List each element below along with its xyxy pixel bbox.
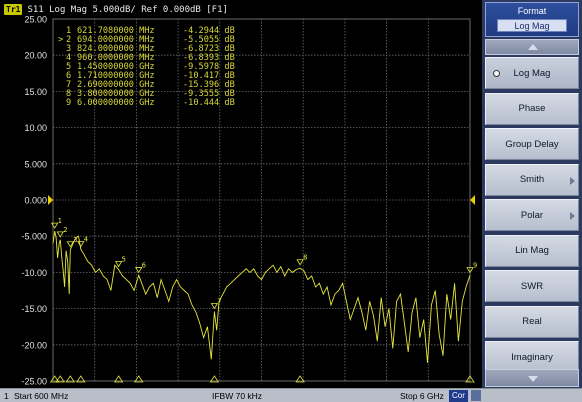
marker-frequency: 6.000000000 GHz <box>77 98 155 108</box>
y-tick-label: -10.00 <box>21 268 47 278</box>
selected-radio-icon <box>494 71 499 76</box>
menu-scroll-up-button[interactable] <box>485 39 579 55</box>
softkey-real[interactable]: Real <box>485 305 579 338</box>
submenu-arrow-icon <box>570 212 575 220</box>
softkey-menu: Format Log Mag Log Mag Phase Group Delay Sm… <box>482 0 582 388</box>
reference-level-left-icon <box>48 195 53 205</box>
start-frequency[interactable]: Start 600 MHz <box>14 390 68 402</box>
correction-badge[interactable]: Cor <box>449 390 468 402</box>
stop-frequency[interactable]: Stop 6 GHz <box>400 390 444 402</box>
marker-8-label: 8 <box>303 254 307 262</box>
y-tick-label: 25.00 <box>24 15 47 25</box>
softkey-phase[interactable]: Phase <box>485 92 579 125</box>
softkey-label: Group Delay <box>505 138 559 150</box>
active-marker-indicator: > <box>58 35 64 45</box>
softkey-label: Log Mag <box>513 67 551 79</box>
status-bar: 1 Start 600 MHz IFBW 70 kHz Stop 6 GHz C… <box>0 388 582 402</box>
marker-9-label: 9 <box>473 262 477 270</box>
softkey-label: Phase <box>518 103 546 114</box>
softkey-swr[interactable]: SWR <box>485 270 579 302</box>
softkey-label: Polar <box>520 209 544 221</box>
y-tick-label: -15.00 <box>21 304 47 314</box>
chevron-down-icon <box>528 376 538 382</box>
channel-number: 1 <box>4 391 9 401</box>
status-indicator <box>471 390 481 401</box>
y-tick-label: 5.000 <box>24 159 47 169</box>
active-marker-indicator <box>58 99 66 108</box>
trace-id-badge[interactable]: Tr1 <box>4 4 23 15</box>
marker-3-label: 3 <box>73 236 77 244</box>
y-tick-label: 20.00 <box>24 51 47 61</box>
menu-scroll-down-button[interactable] <box>485 369 579 387</box>
menu-header: Format Log Mag <box>485 2 579 37</box>
marker-6-label: 6 <box>142 261 146 269</box>
y-tick-label: -20.00 <box>21 340 47 350</box>
submenu-arrow-icon <box>570 176 575 185</box>
chevron-up-icon <box>528 44 538 50</box>
softkey-group-delay[interactable]: Group Delay <box>485 128 579 160</box>
active-marker-indicator <box>58 45 66 54</box>
softkey-label: Imaginary <box>511 351 553 363</box>
active-marker-indicator <box>58 72 66 81</box>
y-tick-label: 0.000 <box>24 196 47 206</box>
marker-1-label: 1 <box>58 217 62 225</box>
y-tick-label: 10.00 <box>24 123 47 133</box>
softkey-label: SWR <box>520 280 544 292</box>
y-tick-label: -5.000 <box>21 232 47 242</box>
marker-7-label: 7 <box>217 297 221 305</box>
softkey-label: Lin Mag <box>515 245 549 256</box>
menu-title: Format <box>517 6 547 16</box>
marker-readout-table: 1 621.7080000 MHz -4.2944 dB >2 694.0000000 … <box>58 27 253 108</box>
marker-number: 9 <box>66 98 72 108</box>
y-tick-label: 15.00 <box>24 87 47 97</box>
y-tick-label: -25.00 <box>21 377 47 387</box>
active-marker-indicator <box>58 54 66 63</box>
softkey-label: Real <box>522 316 542 327</box>
active-marker-indicator <box>58 90 66 99</box>
trace-display[interactable]: 25.00 20.00 15.00 10.00 5.000 0.000 -5.000 -10.… <box>0 0 482 388</box>
marker-2-label: 2 <box>63 226 67 234</box>
trace-header: Tr1 S11 Log Mag 5.000dB/ Ref 0.000dB [F1… <box>4 3 228 16</box>
marker-row: 9 6.000000000 GHz -10.444 dB <box>58 99 253 108</box>
active-marker-indicator <box>58 81 66 90</box>
reference-level-right-icon <box>470 195 475 205</box>
menu-current-format: Log Mag <box>497 19 567 32</box>
softkey-smith[interactable]: Smith <box>485 163 579 196</box>
softkey-polar[interactable]: Polar <box>485 199 579 231</box>
softkey-lin-mag[interactable]: Lin Mag <box>485 234 579 267</box>
active-marker-indicator <box>58 63 66 72</box>
marker-value: -10.444 dB <box>183 98 235 108</box>
ifbw-setting[interactable]: IFBW 70 kHz <box>212 390 262 402</box>
softkey-log-mag[interactable]: Log Mag <box>485 57 579 89</box>
marker-4-label: 4 <box>84 236 88 244</box>
trace-title-text: S11 Log Mag 5.000dB/ Ref 0.000dB [F1] <box>27 4 228 15</box>
softkey-label: Smith <box>519 174 545 185</box>
marker-5-label: 5 <box>122 255 126 263</box>
